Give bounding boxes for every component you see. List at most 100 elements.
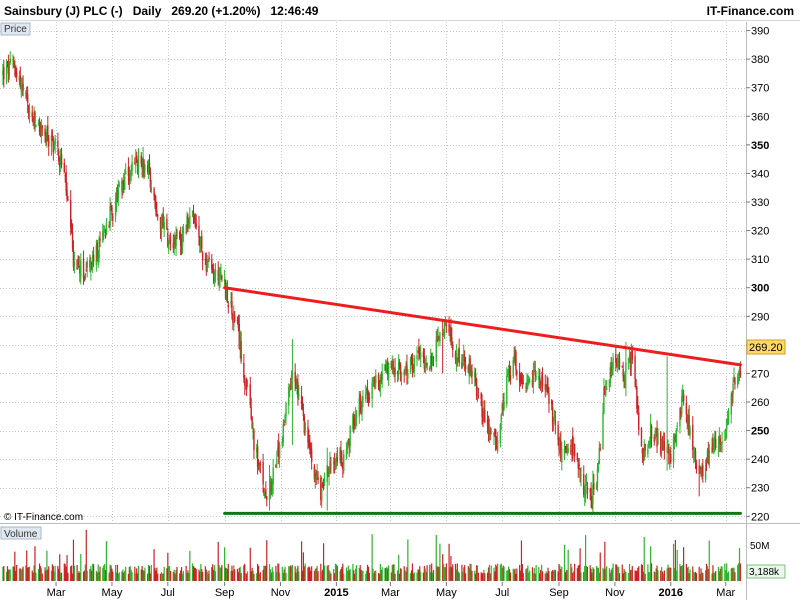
candle-body <box>605 387 608 390</box>
candle-body <box>435 339 437 362</box>
candle-body <box>310 450 313 462</box>
candle-body <box>631 350 634 360</box>
candle-body <box>496 439 499 452</box>
volume-bar <box>330 573 332 581</box>
candle-body <box>692 424 694 451</box>
x-tick-label: Sep <box>215 587 235 599</box>
volume-bar <box>67 572 69 581</box>
candle-body <box>148 163 151 168</box>
candle-body <box>695 464 698 470</box>
candle-body <box>182 228 185 234</box>
candle-body <box>117 188 120 199</box>
x-tick-label: Sep <box>549 587 569 599</box>
price-volume-chart[interactable]: 2202302402502602702802903003103203303403… <box>0 0 800 600</box>
candle-body <box>48 137 50 147</box>
candle-body <box>368 397 371 400</box>
last-price-label: 269.20 <box>749 342 783 354</box>
candle-body <box>3 67 5 80</box>
y-tick-label: 370 <box>751 83 769 95</box>
volume-bar <box>35 572 37 581</box>
volume-bar <box>125 566 127 581</box>
candle-body <box>548 393 550 404</box>
candle-body <box>727 410 730 424</box>
volume-bar <box>644 573 646 581</box>
volume-bar <box>484 573 486 581</box>
candle-body <box>92 255 95 262</box>
volume-bar <box>291 564 294 581</box>
volume-bar <box>715 571 717 581</box>
candle-body <box>22 83 24 91</box>
candle-body <box>157 214 159 216</box>
y-tick-label: 360 <box>751 111 769 123</box>
volume-bar <box>355 565 358 581</box>
volume-bar <box>272 571 274 581</box>
volume-bar <box>580 572 582 581</box>
volume-bar <box>112 571 114 581</box>
candle-body <box>124 176 126 190</box>
volume-bar <box>234 569 236 581</box>
volume-bar <box>150 564 152 581</box>
volume-bar <box>3 566 5 581</box>
volume-bar <box>208 570 210 581</box>
candle-body <box>584 484 587 498</box>
candle-body <box>266 496 268 500</box>
candle-body <box>355 413 358 419</box>
candle-body <box>426 363 428 365</box>
volume-bar <box>420 571 422 581</box>
candle-body <box>63 162 65 173</box>
volume-bar <box>278 572 281 581</box>
candle-body <box>484 410 486 423</box>
candle-body <box>246 385 249 387</box>
x-tick-label: May <box>102 587 123 599</box>
x-tick-label: Jul <box>161 587 175 599</box>
candle-body <box>54 138 56 146</box>
candle-body <box>554 420 557 426</box>
candle-body <box>714 438 717 449</box>
volume-bar <box>567 549 569 581</box>
volume-bar <box>9 569 11 581</box>
x-tick-label: 2016 <box>659 587 683 599</box>
candle-body <box>413 358 415 372</box>
volume-bar <box>118 572 120 581</box>
volume-bar <box>458 572 460 581</box>
candle-body <box>416 355 418 360</box>
volume-bar <box>86 570 88 581</box>
candle-body <box>515 352 517 370</box>
volume-bar <box>721 566 723 581</box>
volume-bar <box>490 565 492 581</box>
y-tick-label: 350 <box>751 140 769 152</box>
candle-body <box>458 347 460 364</box>
candle-body <box>201 252 204 261</box>
candle-body <box>57 140 59 148</box>
volume-bar <box>464 573 467 581</box>
volume-bar <box>227 563 229 581</box>
candle-body <box>41 126 44 129</box>
candle-body <box>343 454 345 471</box>
candle-body <box>60 153 63 166</box>
candle-body <box>144 166 146 170</box>
candle-body <box>602 412 604 450</box>
candle-body <box>490 433 492 435</box>
candle-body <box>443 325 446 335</box>
candle-body <box>5 64 8 82</box>
candle-body <box>647 449 649 454</box>
volume-bar <box>349 569 351 581</box>
volume-bars <box>2 529 742 581</box>
candle-body <box>394 367 396 375</box>
y-tick-label: 300 <box>751 283 769 295</box>
volume-bar <box>54 565 56 581</box>
volume-bar <box>48 566 50 581</box>
volume-bar <box>535 565 537 581</box>
volume-bar <box>105 541 108 581</box>
candle-body <box>304 422 306 431</box>
volume-bar <box>163 566 165 581</box>
candle-body <box>644 443 646 451</box>
candle-body <box>234 315 236 321</box>
candle-body <box>539 377 541 381</box>
candle-body <box>282 424 284 443</box>
watermark: © IT-Finance.com <box>4 512 83 523</box>
y-tick-label: 310 <box>751 254 769 266</box>
price-panel-label: Price <box>4 24 27 35</box>
volume-bar <box>509 572 512 581</box>
candle-body <box>439 332 441 343</box>
